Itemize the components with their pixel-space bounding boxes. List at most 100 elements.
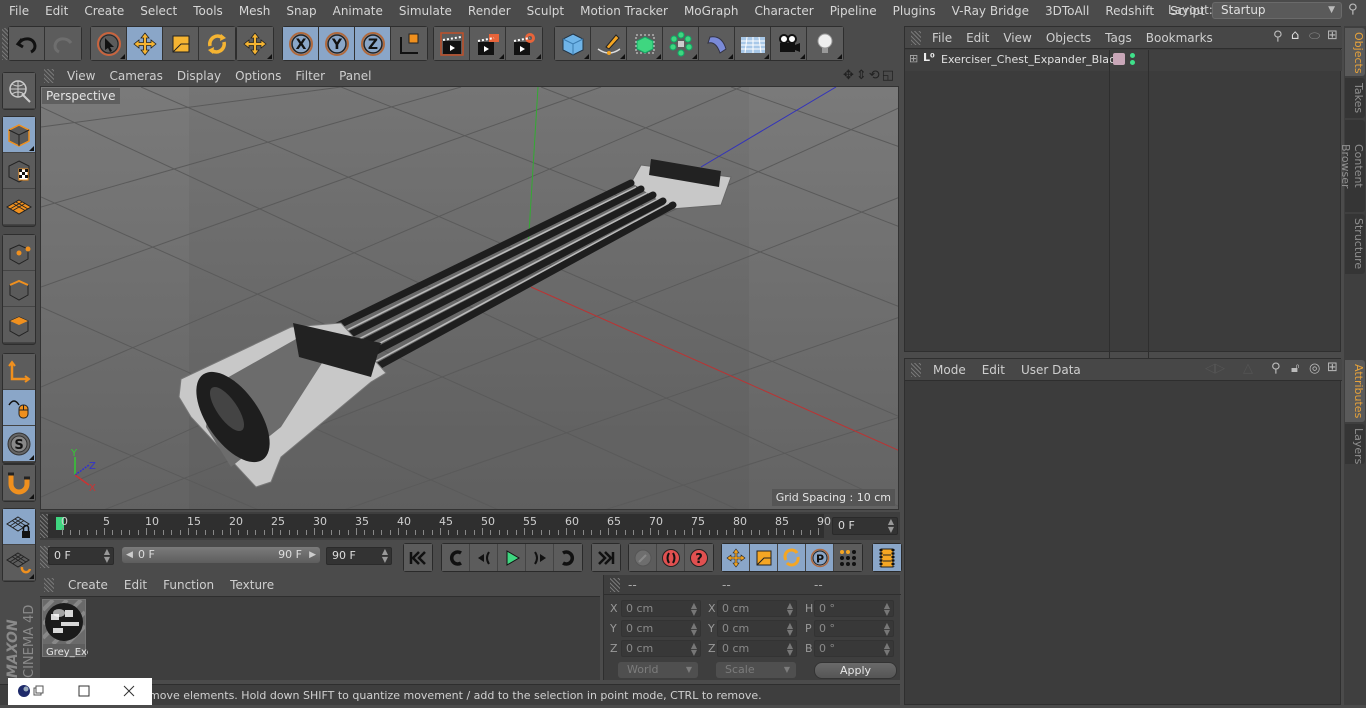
- range-left-arrow-icon[interactable]: ◀: [126, 547, 133, 563]
- axis-mode-button[interactable]: [3, 354, 35, 390]
- next-key-button[interactable]: [554, 544, 582, 571]
- tab-takes[interactable]: Takes: [1345, 78, 1365, 118]
- keyframe-lock-button[interactable]: [629, 544, 657, 571]
- scale-button[interactable]: [163, 27, 199, 60]
- recent-tool-button[interactable]: [237, 27, 273, 60]
- menu-create[interactable]: Create: [76, 4, 132, 18]
- expand-icon[interactable]: ⊞: [909, 52, 918, 65]
- menu-snap[interactable]: Snap: [278, 4, 324, 18]
- search-icon[interactable]: ⚲: [1271, 361, 1281, 376]
- render-visibility-dot[interactable]: [1130, 60, 1135, 65]
- y-axis-button[interactable]: Y: [319, 27, 355, 60]
- apply-button[interactable]: Apply: [814, 662, 897, 679]
- menu-pipeline[interactable]: Pipeline: [822, 4, 885, 18]
- layout-dropdown[interactable]: Startup ▼: [1212, 2, 1342, 19]
- attribute-menu-edit[interactable]: Edit: [974, 363, 1013, 377]
- spinner-icon[interactable]: ▲ ▼: [787, 602, 793, 617]
- viewport-menu-panel[interactable]: Panel: [332, 69, 378, 83]
- deformer-button[interactable]: [699, 27, 735, 60]
- menu-character[interactable]: Character: [746, 4, 821, 18]
- new-panel-icon[interactable]: ⊞: [1327, 360, 1338, 375]
- viewport-menu-filter[interactable]: Filter: [288, 69, 332, 83]
- light-button[interactable]: [807, 27, 843, 60]
- solo-button[interactable]: S: [3, 426, 35, 462]
- lock-icon[interactable]: 🔓︎: [1291, 361, 1299, 376]
- x-axis-button[interactable]: X: [283, 27, 319, 60]
- material-menu-edit[interactable]: Edit: [116, 578, 155, 592]
- tab-content-browser[interactable]: Content Browser: [1339, 120, 1365, 212]
- live-selection-button[interactable]: [91, 27, 127, 60]
- points-mode-button[interactable]: [3, 235, 35, 271]
- tab-objects[interactable]: Objects: [1345, 28, 1365, 76]
- spinner-icon[interactable]: ▲ ▼: [104, 548, 110, 564]
- current-frame-field[interactable]: 0 F ▲ ▼: [832, 517, 898, 535]
- panel-grip[interactable]: [44, 578, 54, 592]
- panel-grip[interactable]: [610, 578, 620, 592]
- tweak-mode-button[interactable]: [3, 390, 35, 426]
- menu-vray-bridge[interactable]: V-Ray Bridge: [944, 4, 1037, 18]
- texture-mode-button[interactable]: [3, 153, 35, 189]
- floor-button[interactable]: [735, 27, 771, 60]
- object-name[interactable]: Exerciser_Chest_Expander_Black: [941, 53, 1121, 66]
- redo-button[interactable]: [45, 27, 81, 60]
- snap-button[interactable]: [3, 465, 35, 501]
- start-frame-field[interactable]: 0 F ▲ ▼: [48, 547, 114, 565]
- object-menu-objects[interactable]: Objects: [1039, 31, 1098, 45]
- spinner-icon[interactable]: ▲ ▼: [691, 602, 697, 617]
- maximize-icon[interactable]: [78, 685, 90, 697]
- rotate-button[interactable]: [199, 27, 235, 60]
- range-right-arrow-icon[interactable]: ▶: [309, 547, 316, 563]
- coordinate-field[interactable]: 0 cm ▲ ▼: [717, 620, 797, 637]
- panel-grip[interactable]: [44, 69, 54, 83]
- prev-key-button[interactable]: [442, 544, 470, 571]
- object-menu-view[interactable]: View: [996, 31, 1038, 45]
- end-frame-field[interactable]: 90 F ▲ ▼: [326, 547, 392, 565]
- undo-button[interactable]: [9, 27, 45, 60]
- menu-plugins[interactable]: Plugins: [885, 4, 944, 18]
- panel-grip[interactable]: [911, 30, 921, 45]
- coordinate-system-button[interactable]: [391, 27, 427, 60]
- play-button[interactable]: [498, 544, 526, 571]
- viewport-menu-display[interactable]: Display: [170, 69, 228, 83]
- panel-grip[interactable]: [911, 362, 921, 377]
- search-icon[interactable]: ⚲: [1348, 2, 1358, 17]
- search-icon[interactable]: ⚲: [1273, 29, 1283, 44]
- subdivision-button[interactable]: [627, 27, 663, 60]
- size-mode-dropdown[interactable]: Scale ▼: [716, 662, 796, 678]
- viewport-menu-options[interactable]: Options: [228, 69, 288, 83]
- menu-animate[interactable]: Animate: [325, 4, 391, 18]
- camera-button[interactable]: [771, 27, 807, 60]
- workplane-mode-button[interactable]: [3, 189, 35, 225]
- key-position-button[interactable]: [722, 544, 750, 571]
- menu-file[interactable]: File: [0, 4, 37, 18]
- attribute-menu-mode[interactable]: Mode: [925, 363, 974, 377]
- coordinate-field[interactable]: 0 cm ▲ ▼: [621, 640, 701, 657]
- menu-motion-tracker[interactable]: Motion Tracker: [572, 4, 676, 18]
- coordinate-field[interactable]: 0 cm ▲ ▼: [621, 600, 701, 617]
- object-menu-bookmarks[interactable]: Bookmarks: [1139, 31, 1220, 45]
- back-arrow-icon[interactable]: ◁▷: [1205, 361, 1225, 376]
- spinner-icon[interactable]: ▲ ▼: [884, 622, 890, 637]
- menu-3dtoall[interactable]: 3DToAll: [1037, 4, 1097, 18]
- editor-visibility-dot[interactable]: [1130, 53, 1135, 58]
- up-arrow-icon[interactable]: △: [1243, 361, 1253, 376]
- restore-icon[interactable]: [33, 685, 44, 696]
- attribute-menu-user-data[interactable]: User Data: [1013, 363, 1089, 377]
- menu-simulate[interactable]: Simulate: [391, 4, 460, 18]
- maximize-view-icon[interactable]: ◱: [882, 68, 896, 83]
- next-frame-button[interactable]: [526, 544, 554, 571]
- material-menu-function[interactable]: Function: [155, 578, 222, 592]
- make-editable-button[interactable]: [3, 73, 35, 109]
- key-rotation-button[interactable]: [778, 544, 806, 571]
- coordinate-field[interactable]: 0 cm ▲ ▼: [717, 600, 797, 617]
- menu-tools[interactable]: Tools: [185, 4, 231, 18]
- menu-edit[interactable]: Edit: [37, 4, 76, 18]
- material-item[interactable]: Grey_Exc: [42, 599, 88, 658]
- 3d-viewport[interactable]: Y Z X Perspective Grid Spacing : 10 cm: [40, 86, 899, 510]
- spinner-icon[interactable]: ▲ ▼: [888, 518, 894, 534]
- goto-start-button[interactable]: [404, 544, 432, 571]
- prev-frame-button[interactable]: [470, 544, 498, 571]
- cloner-button[interactable]: [663, 27, 699, 60]
- rotate-view-icon[interactable]: ⟲: [869, 68, 882, 83]
- menu-render[interactable]: Render: [460, 4, 519, 18]
